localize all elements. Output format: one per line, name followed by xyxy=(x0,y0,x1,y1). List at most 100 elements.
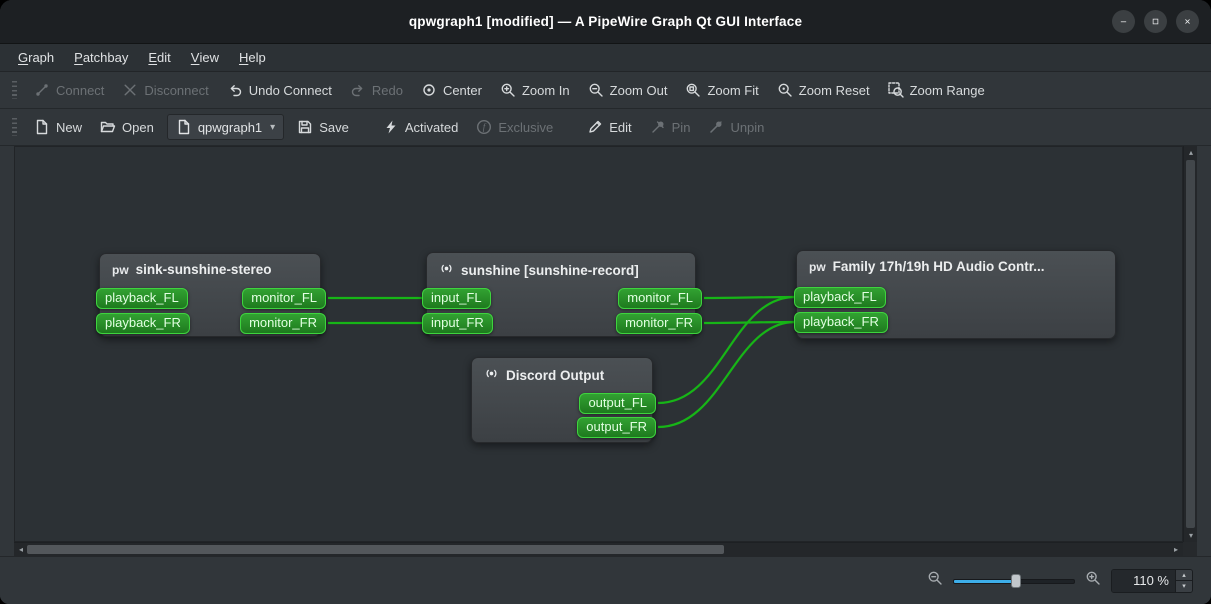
zoom-fit-icon xyxy=(685,82,701,98)
pin-button[interactable]: Pin xyxy=(641,113,700,141)
unpin-button[interactable]: Unpin xyxy=(699,113,773,141)
menu-help[interactable]: Help xyxy=(229,44,276,71)
toolbar-drag-handle[interactable] xyxy=(12,118,17,136)
node-title: pw Family 17h/19h HD Audio Contr... xyxy=(797,251,1115,282)
audio-device-icon xyxy=(484,366,499,384)
exclusive-label: Exclusive xyxy=(498,120,553,135)
scrollbar-corner xyxy=(1183,542,1197,556)
node-title: Discord Output xyxy=(472,358,652,392)
connect-icon xyxy=(34,82,50,98)
zoom-spin-buttons: ▴ ▾ xyxy=(1175,570,1192,592)
zoom-slider[interactable] xyxy=(953,573,1075,589)
edit-pencil-icon xyxy=(587,119,603,135)
statusbar: 110 % ▴ ▾ xyxy=(0,556,1211,604)
port-family-playback-fl[interactable]: playback_FL xyxy=(794,287,886,308)
zoom-out-icon xyxy=(588,82,604,98)
graph-view: pw sink-sunshine-stereo playback_FL play… xyxy=(14,146,1197,556)
open-button[interactable]: Open xyxy=(91,113,163,141)
disconnect-label: Disconnect xyxy=(144,83,208,98)
app-window: qpwgraph1 [modified] — A PipeWire Graph … xyxy=(0,0,1211,604)
scroll-up-arrow[interactable]: ▴ xyxy=(1184,146,1198,159)
zoom-fit-button[interactable]: Zoom Fit xyxy=(676,76,767,104)
patchbay-combobox[interactable]: qpwgraph1 ▾ xyxy=(167,114,284,140)
zoom-out-button[interactable]: Zoom Out xyxy=(579,76,677,104)
node-title-text: Discord Output xyxy=(506,368,604,383)
connection-lines xyxy=(15,147,1183,542)
port-sink-monitor-fr[interactable]: monitor_FR xyxy=(240,313,326,334)
center-button[interactable]: Center xyxy=(412,76,491,104)
zoom-range-button[interactable]: Zoom Range xyxy=(879,76,994,104)
window-title: qpwgraph1 [modified] — A PipeWire Graph … xyxy=(0,14,1211,29)
zoom-reset-button[interactable]: Zoom Reset xyxy=(768,76,879,104)
save-label: Save xyxy=(319,120,349,135)
open-label: Open xyxy=(122,120,154,135)
connection-sunshine-to-family-fr xyxy=(704,322,795,323)
audio-device-icon xyxy=(439,261,454,279)
zoom-in-button[interactable]: Zoom In xyxy=(491,76,579,104)
connection-discord-to-family-fr xyxy=(658,322,795,427)
node-title: sunshine [sunshine-record] xyxy=(427,253,695,287)
zoom-in-icon xyxy=(500,82,516,98)
zoom-spin-down[interactable]: ▾ xyxy=(1176,580,1192,592)
horizontal-scrollbar-thumb[interactable] xyxy=(27,545,724,554)
activated-button[interactable]: Activated xyxy=(374,113,467,141)
connect-button[interactable]: Connect xyxy=(25,76,113,104)
port-sunshine-input-fr[interactable]: input_FR xyxy=(422,313,493,334)
menu-view[interactable]: View xyxy=(181,44,229,71)
unpin-label: Unpin xyxy=(730,120,764,135)
menu-edit[interactable]: Edit xyxy=(138,44,180,71)
window-controls xyxy=(1112,10,1211,33)
graph-canvas[interactable]: pw sink-sunshine-stereo playback_FL play… xyxy=(14,146,1183,542)
port-sink-playback-fr[interactable]: playback_FR xyxy=(96,313,190,334)
new-button[interactable]: New xyxy=(25,113,91,141)
node-title-text: sunshine [sunshine-record] xyxy=(461,263,639,278)
zoom-in-icon[interactable] xyxy=(1085,570,1101,591)
save-button[interactable]: Save xyxy=(288,113,358,141)
scroll-right-arrow[interactable]: ▸ xyxy=(1169,543,1183,556)
edit-button[interactable]: Edit xyxy=(578,113,640,141)
menu-patchbay[interactable]: Patchbay xyxy=(64,44,138,71)
titlebar[interactable]: qpwgraph1 [modified] — A PipeWire Graph … xyxy=(0,0,1211,44)
horizontal-scrollbar[interactable]: ◂ ▸ xyxy=(14,542,1183,556)
close-button[interactable] xyxy=(1176,10,1199,33)
redo-button[interactable]: Redo xyxy=(341,76,412,104)
connection-sunshine-to-family-fl xyxy=(704,297,795,298)
activated-label: Activated xyxy=(405,120,458,135)
port-sink-playback-fl[interactable]: playback_FL xyxy=(96,288,188,309)
graph-toolbar: Connect Disconnect Undo Connect Redo Cen… xyxy=(0,72,1211,109)
minimize-button[interactable] xyxy=(1112,10,1135,33)
exclusive-button[interactable]: f Exclusive xyxy=(467,113,562,141)
port-discord-output-fr[interactable]: output_FR xyxy=(577,417,656,438)
zoom-range-label: Zoom Range xyxy=(910,83,985,98)
zoom-slider-handle[interactable] xyxy=(1011,574,1021,588)
port-sunshine-input-fl[interactable]: input_FL xyxy=(422,288,491,309)
zoom-spin-up[interactable]: ▴ xyxy=(1176,570,1192,581)
close-icon xyxy=(1181,15,1194,28)
zoom-spinbox[interactable]: 110 % ▴ ▾ xyxy=(1111,569,1193,593)
vertical-scrollbar[interactable]: ▴ ▾ xyxy=(1183,146,1197,542)
port-discord-output-fl[interactable]: output_FL xyxy=(579,393,656,414)
zoom-reset-label: Zoom Reset xyxy=(799,83,870,98)
port-sunshine-monitor-fl[interactable]: monitor_FL xyxy=(618,288,702,309)
toolbar-drag-handle[interactable] xyxy=(12,81,17,99)
disconnect-button[interactable]: Disconnect xyxy=(113,76,217,104)
maximize-button[interactable] xyxy=(1144,10,1167,33)
pipewire-icon: pw xyxy=(809,261,826,273)
undo-connect-label: Undo Connect xyxy=(249,83,332,98)
node-title-text: sink-sunshine-stereo xyxy=(136,262,272,277)
unpin-icon xyxy=(708,119,724,135)
port-sink-monitor-fl[interactable]: monitor_FL xyxy=(242,288,326,309)
menu-graph[interactable]: Graph xyxy=(8,44,64,71)
zoom-value[interactable]: 110 % xyxy=(1112,570,1175,592)
menubar: Graph Patchbay Edit View Help xyxy=(0,44,1211,72)
vertical-scrollbar-thumb[interactable] xyxy=(1186,160,1195,528)
zoom-out-icon[interactable] xyxy=(927,570,943,591)
zoom-out-label: Zoom Out xyxy=(610,83,668,98)
port-family-playback-fr[interactable]: playback_FR xyxy=(794,312,888,333)
patchbay-combo-value: qpwgraph1 xyxy=(198,120,262,135)
undo-connect-button[interactable]: Undo Connect xyxy=(218,76,341,104)
scroll-left-arrow[interactable]: ◂ xyxy=(14,543,28,556)
port-sunshine-monitor-fr[interactable]: monitor_FR xyxy=(616,313,702,334)
scroll-down-arrow[interactable]: ▾ xyxy=(1184,529,1198,542)
zoom-reset-icon xyxy=(777,82,793,98)
